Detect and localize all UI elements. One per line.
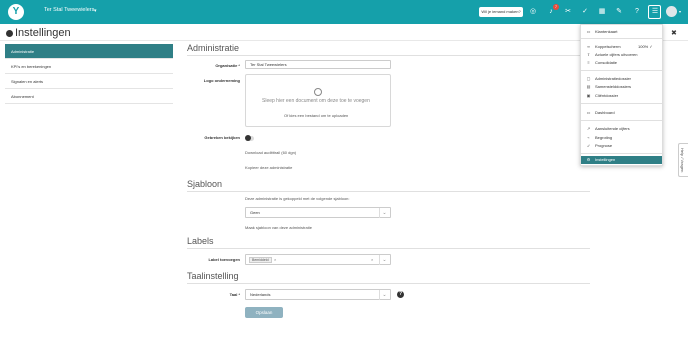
folder-icon: ▤ bbox=[586, 84, 591, 89]
language-select[interactable]: Nederlands bbox=[245, 289, 391, 300]
help-question-icon[interactable]: ? bbox=[397, 291, 404, 298]
org-label: Organisatie * bbox=[215, 63, 240, 68]
divider bbox=[581, 103, 662, 104]
main-menu-dropdown: ▭ Klantenkaart ∞ Koppelscherm 100% ✓ ⇪ Actue… bbox=[580, 24, 663, 166]
company-selector[interactable]: Ter Stal Tweewielers bbox=[44, 7, 94, 13]
divider bbox=[581, 38, 662, 39]
chevron-down-icon[interactable]: ⌄ bbox=[379, 208, 389, 218]
divider bbox=[581, 70, 662, 71]
settings-sidebar: Administratie KPI's en berekeningen Sign… bbox=[5, 44, 173, 104]
dashboard-icon: ▭ bbox=[586, 110, 591, 115]
table-icon[interactable]: ▦ bbox=[597, 7, 607, 17]
help-icon[interactable]: ? bbox=[632, 7, 642, 17]
upload-icon: ⇪ bbox=[586, 52, 591, 57]
language-label: Taal * bbox=[229, 292, 240, 297]
menu-item-actuele-cijfers[interactable]: ⇪ Actuele cijfers uitvoeren bbox=[581, 51, 662, 58]
sidebar-item-signalen[interactable]: Signalen en alerts bbox=[5, 74, 173, 89]
make-template-link[interactable]: Maak sjabloon van deze administratie bbox=[245, 225, 312, 230]
wrench-icon[interactable]: ✎ bbox=[614, 7, 624, 17]
sidebar-item-abonnement[interactable]: Abonnement bbox=[5, 89, 173, 104]
chevron-down-icon[interactable]: ▾ bbox=[679, 9, 681, 14]
upload-circle-icon bbox=[314, 88, 322, 96]
avatar[interactable] bbox=[666, 6, 677, 17]
dropzone-upload-link[interactable]: Of kies een bestand om te uploaden bbox=[284, 113, 348, 118]
save-button[interactable]: Opslaan bbox=[245, 307, 283, 318]
link-icon: ∞ bbox=[587, 44, 590, 49]
label-chip: Bemiddeld bbox=[249, 257, 272, 263]
check-circle-icon[interactable]: ✓ bbox=[580, 7, 590, 17]
divider bbox=[581, 153, 662, 154]
layers-icon: ≡ bbox=[587, 60, 590, 65]
page-title: Instellingen bbox=[15, 27, 71, 39]
divider bbox=[581, 120, 662, 121]
budget-icon: ⌁ bbox=[587, 135, 590, 140]
section-title-taal: Taalinstelling bbox=[187, 271, 239, 281]
section-title-administratie: Administratie bbox=[187, 43, 240, 53]
help-pill[interactable]: Wil je iemand maken? bbox=[479, 7, 523, 17]
id-card-icon: ▭ bbox=[586, 29, 591, 34]
section-title-sjabloon: Sjabloon bbox=[187, 179, 223, 189]
clear-icon[interactable]: × bbox=[371, 257, 373, 262]
chip-remove-icon[interactable]: × bbox=[274, 257, 276, 262]
menu-item-klantenkaart[interactable]: ▭ Klantenkaart bbox=[581, 28, 662, 35]
menu-item-consolidatie[interactable]: ≡ Consolidatie bbox=[581, 59, 662, 66]
menu-item-administratiedossier[interactable]: ▢ Administratiedossier bbox=[581, 75, 662, 82]
sidebar-item-kpis[interactable]: KPI's en berekeningen bbox=[5, 59, 173, 74]
divider bbox=[187, 55, 590, 56]
org-input[interactable]: Ter Stal Tweewielers bbox=[245, 60, 391, 69]
chevron-down-icon[interactable]: ⌄ bbox=[379, 255, 389, 265]
folder-icon: ▣ bbox=[586, 93, 591, 98]
forecast-icon: ➶ bbox=[586, 143, 591, 148]
folder-icon: ▢ bbox=[586, 76, 591, 81]
toggle-knob[interactable] bbox=[245, 135, 251, 141]
sidebar-item-administratie[interactable]: Administratie bbox=[5, 44, 173, 59]
menu-item-prognose[interactable]: ➶ Prognose bbox=[581, 142, 662, 149]
gear-icon: ⚙ bbox=[586, 157, 591, 162]
gebreken-label: Gebreken bekijken bbox=[204, 135, 240, 140]
divider bbox=[187, 248, 590, 249]
menu-item-instellingen[interactable]: ⚙ Instellingen bbox=[581, 156, 662, 164]
notification-badge: 7 bbox=[553, 4, 559, 10]
chevron-down-icon[interactable]: ▾ bbox=[94, 8, 97, 14]
download-audittrail-link[interactable]: Download auditttrail (60 dgn) bbox=[245, 150, 296, 155]
menu-item-dashboard[interactable]: ▭ Dashboard bbox=[581, 109, 662, 116]
top-bar: Y Ter Stal Tweewielers ▾ Wil je iemand m… bbox=[0, 0, 688, 24]
sjabloon-select[interactable]: Geen bbox=[245, 207, 391, 218]
dropzone-text: Sleep hier een document om deze toe te v… bbox=[262, 98, 370, 104]
chevron-down-icon[interactable]: ⌄ bbox=[379, 290, 389, 300]
menu-item-begroting[interactable]: ⌁ Begroting bbox=[581, 134, 662, 141]
chart-icon: ↗ bbox=[586, 126, 591, 131]
menu-item-samenstelddossiers[interactable]: ▤ Samenstelddossiers bbox=[581, 83, 662, 90]
app-logo[interactable]: Y bbox=[8, 4, 24, 20]
add-label-label: Label toevoegen bbox=[208, 257, 240, 262]
logo-label: Logo onderneming bbox=[203, 78, 240, 83]
menu-item-clientdossier[interactable]: ▣ Cliëntdossier bbox=[581, 92, 662, 99]
scissors-icon[interactable]: ✂ bbox=[563, 7, 573, 17]
menu-item-koppelscherm[interactable]: ∞ Koppelscherm 100% ✓ bbox=[581, 43, 662, 50]
section-title-labels: Labels bbox=[187, 236, 214, 246]
divider bbox=[187, 283, 590, 284]
menu-item-aansluitende-cijfers[interactable]: ↗ Aansluitende cijfers bbox=[581, 125, 662, 132]
divider bbox=[187, 191, 590, 192]
menu-icon[interactable]: ☰ bbox=[650, 7, 660, 17]
sjabloon-description: Deze administratie is gekoppeld met de v… bbox=[245, 196, 350, 201]
compass-icon[interactable]: ◎ bbox=[528, 7, 538, 17]
help-side-tab[interactable]: Help / Vragen bbox=[678, 143, 688, 177]
copy-administration-link[interactable]: Kopieer deze administratie bbox=[245, 165, 292, 170]
close-icon[interactable]: ✖ bbox=[671, 29, 677, 37]
